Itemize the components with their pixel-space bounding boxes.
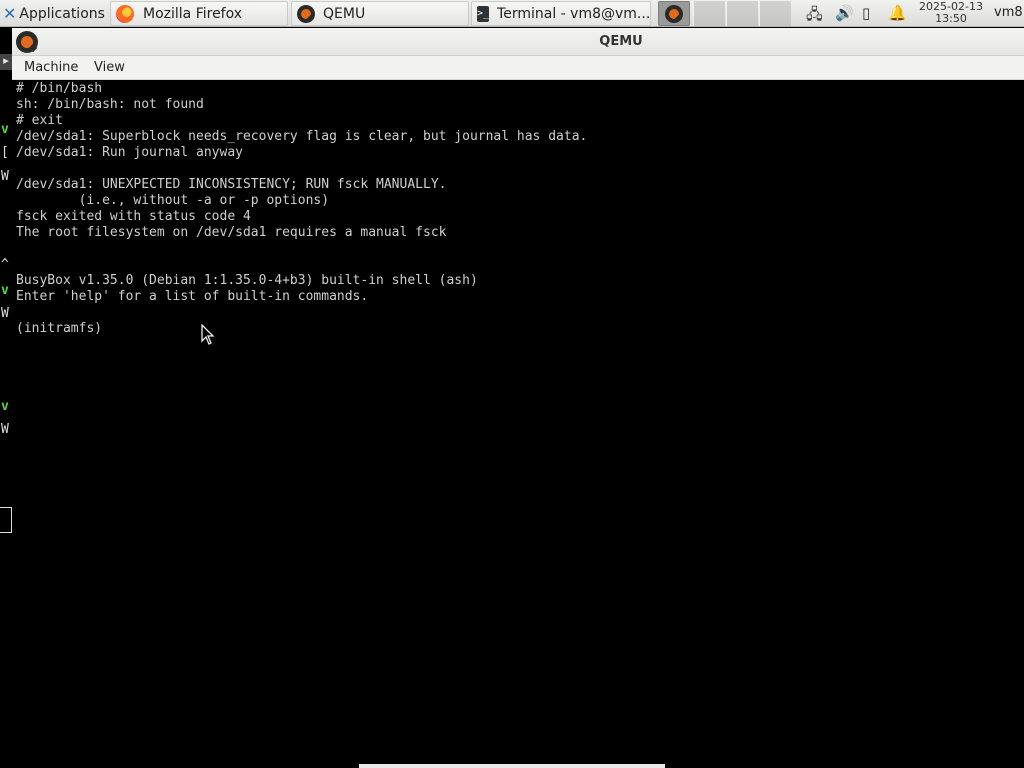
workspace-1[interactable] bbox=[693, 1, 725, 26]
clock-time: 13:50 bbox=[935, 12, 967, 25]
console-line: # exit bbox=[16, 113, 63, 128]
clock[interactable]: 2025-02-13 13:50 bbox=[910, 1, 992, 25]
qemu-titlebar[interactable]: QEMU bbox=[12, 28, 1024, 56]
mouse-cursor-icon bbox=[201, 324, 215, 345]
applications-menu-label: Applications bbox=[19, 5, 105, 22]
taskbar-item-terminal[interactable]: >_ Terminal - vm8@vm... bbox=[471, 1, 651, 26]
background-terminal-glyph: W bbox=[1, 422, 9, 437]
screen-bottom-bar bbox=[359, 764, 665, 768]
workspace-3[interactable] bbox=[759, 1, 791, 26]
terminal-menu-button[interactable]: ▸ bbox=[0, 54, 12, 70]
taskbar-item-label: Terminal - vm8@vm... bbox=[497, 5, 651, 22]
battery-icon[interactable]: ▯ bbox=[862, 4, 870, 22]
taskbar-item-qemu-active[interactable] bbox=[658, 1, 690, 26]
background-terminal-glyph: v bbox=[1, 399, 9, 414]
background-terminal-box bbox=[0, 507, 12, 533]
top-panel: ✕ Applications ☰ Mozilla Firefox QEMU >_… bbox=[0, 0, 1024, 27]
qemu-menubar: Machine View bbox=[12, 56, 1024, 80]
background-terminal-strip[interactable]: ▸ v [ W ^ v W v W bbox=[0, 27, 12, 768]
workspace-2[interactable] bbox=[726, 1, 758, 26]
background-terminal-glyph: [ bbox=[1, 145, 9, 160]
xfce-logo-icon: ✕ bbox=[3, 4, 17, 23]
user-name[interactable]: vm8 bbox=[994, 5, 1023, 20]
background-terminal-glyph: W bbox=[1, 169, 9, 184]
console-line: sh: /bin/bash: not found bbox=[16, 97, 204, 112]
console-line: /dev/sda1: Run journal anyway bbox=[16, 145, 243, 160]
taskbar-item-qemu[interactable]: QEMU bbox=[291, 1, 469, 26]
console-line: # /bin/bash bbox=[16, 81, 103, 96]
network-icon[interactable]: 🖧 bbox=[806, 4, 823, 29]
qemu-icon bbox=[665, 4, 683, 23]
menu-machine[interactable]: Machine bbox=[24, 60, 78, 75]
background-terminal-glyph: v bbox=[1, 122, 9, 137]
vm-console-screen[interactable]: # /bin/bash sh: /bin/bash: not found # exi… bbox=[12, 80, 1024, 768]
console-line: The root filesystem on /dev/sda1 require… bbox=[16, 225, 447, 240]
notification-bell-icon[interactable]: 🔔 bbox=[888, 4, 907, 22]
console-line: BusyBox v1.35.0 (Debian 1:1.35.0-4+b3) b… bbox=[16, 273, 478, 288]
console-line: Enter 'help' for a list of built-in comm… bbox=[16, 289, 369, 304]
menu-view[interactable]: View bbox=[94, 60, 125, 75]
console-line: (initramfs) bbox=[16, 321, 103, 336]
console-line: /dev/sda1: UNEXPECTED INCONSISTENCY; RUN… bbox=[16, 177, 447, 192]
background-terminal-glyph: v bbox=[1, 283, 9, 298]
console-output: # /bin/bash sh: /bin/bash: not found # exi… bbox=[16, 81, 587, 337]
qemu-icon bbox=[297, 4, 315, 23]
background-terminal-glyph: ^ bbox=[1, 257, 9, 272]
window-title: QEMU bbox=[599, 34, 643, 49]
background-terminal-glyph: W bbox=[1, 306, 9, 321]
console-line: fsck exited with status code 4 bbox=[16, 209, 251, 224]
taskbar-item-label: QEMU bbox=[323, 5, 366, 22]
firefox-icon bbox=[116, 4, 134, 23]
console-line: /dev/sda1: Superblock needs_recovery fla… bbox=[16, 129, 588, 144]
volume-icon[interactable]: 🔊 bbox=[835, 4, 854, 22]
taskbar-item-label: Mozilla Firefox bbox=[143, 5, 243, 22]
taskbar-item-firefox[interactable]: Mozilla Firefox bbox=[110, 1, 288, 26]
terminal-icon: >_ bbox=[477, 5, 490, 22]
console-line: (i.e., without -a or -p options) bbox=[16, 193, 330, 208]
applications-menu[interactable]: ✕ Applications ☰ bbox=[0, 1, 110, 26]
